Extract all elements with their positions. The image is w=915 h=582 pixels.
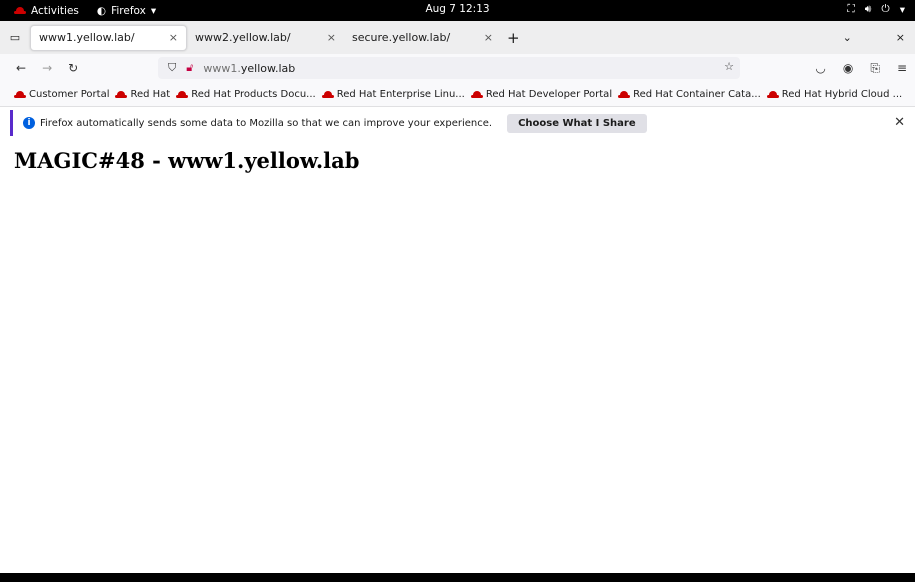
- bookmark-label: Red Hat Developer Portal: [485, 88, 613, 100]
- bookmark-label: Red Hat Hybrid Cloud ...: [781, 88, 903, 100]
- bookmark-products-docs[interactable]: Red Hat Products Docu...: [176, 88, 316, 100]
- bookmark-customer-portal[interactable]: Customer Portal: [14, 89, 109, 100]
- activities-button[interactable]: Activities: [14, 5, 79, 17]
- account-icon[interactable]: ◉: [843, 61, 853, 75]
- bookmark-label: Red Hat Products Docu...: [191, 88, 316, 100]
- bookmark-rhel[interactable]: Red Hat Enterprise Linu...: [321, 88, 465, 100]
- bookmark-label: Red Hat Enterprise Linu...: [336, 88, 465, 100]
- redhat-icon: [176, 90, 189, 98]
- redhat-icon: [470, 90, 483, 98]
- bookmark-container-catalog[interactable]: Red Hat Container Cata...: [618, 89, 761, 100]
- list-all-tabs-icon[interactable]: ▭: [0, 31, 30, 44]
- tab-www2[interactable]: www2.yellow.lab/ ×: [187, 25, 344, 51]
- telemetry-notification-bar: i Firefox automatically sends some data …: [10, 110, 915, 136]
- page-heading: MAGIC#48 - www1.yellow.lab: [14, 148, 360, 173]
- bookmark-label: Customer Portal: [29, 88, 110, 100]
- redhat-icon: [14, 90, 26, 98]
- close-tab-icon[interactable]: ×: [169, 31, 178, 44]
- info-icon: i: [23, 117, 35, 129]
- bookmark-hybrid-cloud[interactable]: Red Hat Hybrid Cloud ...: [766, 88, 903, 100]
- bookmark-developer-portal[interactable]: Red Hat Developer Portal: [470, 88, 613, 100]
- system-menu-chevron-icon[interactable]: ▾: [900, 4, 905, 16]
- pocket-icon[interactable]: ◡: [815, 61, 825, 75]
- tab-label: secure.yellow.lab/: [352, 31, 451, 44]
- bookmarks-toolbar: Customer Portal Red Hat Red Hat Products…: [0, 82, 915, 107]
- reload-icon[interactable]: ↻: [68, 61, 78, 75]
- firefox-icon: ◐: [96, 4, 107, 17]
- tab-label: www2.yellow.lab/: [195, 31, 291, 44]
- chevron-down-icon: ▾: [150, 4, 157, 17]
- app-menu-label: Firefox: [111, 4, 146, 17]
- tab-www1[interactable]: www1.yellow.lab/ ×: [30, 24, 187, 51]
- bookmark-star-icon[interactable]: ☆: [724, 60, 734, 73]
- tab-overflow-chevron-icon[interactable]: ⌄: [843, 31, 852, 44]
- redhat-icon: [766, 90, 779, 98]
- bookmark-label: Red Hat Container Cata...: [633, 88, 761, 100]
- choose-what-i-share-button[interactable]: Choose What I Share: [507, 113, 647, 133]
- bookmark-red-hat[interactable]: Red Hat: [115, 89, 170, 100]
- url-host: yellow.lab: [240, 61, 296, 75]
- hamburger-menu-icon[interactable]: ≡: [897, 61, 907, 75]
- power-icon[interactable]: ⏻: [881, 3, 889, 16]
- redhat-logo-icon: [14, 7, 26, 14]
- url-prefix: www1.: [203, 61, 241, 75]
- bookmark-label: Red Hat: [130, 88, 171, 100]
- tab-strip: ▭ www1.yellow.lab/ × www2.yellow.lab/ × …: [0, 21, 915, 54]
- notification-message: Firefox automatically sends some data to…: [40, 117, 493, 129]
- close-tab-icon[interactable]: ×: [484, 31, 493, 44]
- system-top-bar: Activities ◐ Firefox ▾ Aug 7 12:13 ⛶ 🔊︎ …: [0, 0, 915, 21]
- clock[interactable]: Aug 7 12:13: [425, 3, 489, 15]
- extensions-icon[interactable]: ⎘: [870, 61, 880, 76]
- navigation-toolbar: ← → ↻ ⛉ 🔓︎ www1.yellow.lab ☆ ◡ ◉ ⎘ ≡: [0, 54, 915, 82]
- back-arrow-icon[interactable]: ←: [16, 61, 26, 75]
- close-window-icon[interactable]: ×: [896, 31, 905, 44]
- app-menu-button[interactable]: ◐ Firefox ▾: [97, 5, 156, 17]
- redhat-icon: [321, 90, 334, 98]
- shield-icon[interactable]: ⛉: [168, 61, 176, 75]
- bottom-bar: [0, 573, 915, 582]
- activities-label: Activities: [31, 4, 79, 17]
- forward-arrow-icon[interactable]: →: [42, 61, 52, 75]
- tab-label: www1.yellow.lab/: [39, 31, 135, 44]
- redhat-icon: [115, 90, 128, 98]
- page-content: MAGIC#48 - www1.yellow.lab: [0, 139, 915, 573]
- tab-secure[interactable]: secure.yellow.lab/ ×: [344, 25, 501, 51]
- redhat-icon: [618, 90, 631, 98]
- network-icon[interactable]: ⛶: [847, 3, 854, 16]
- volume-icon[interactable]: 🔊︎: [865, 3, 872, 16]
- close-tab-icon[interactable]: ×: [327, 31, 336, 44]
- insecure-lock-icon[interactable]: 🔓︎: [186, 61, 193, 75]
- close-notification-icon[interactable]: ✕: [894, 115, 905, 130]
- new-tab-icon[interactable]: +: [507, 29, 520, 47]
- url-bar[interactable]: ⛉ 🔓︎ www1.yellow.lab ☆: [158, 57, 740, 79]
